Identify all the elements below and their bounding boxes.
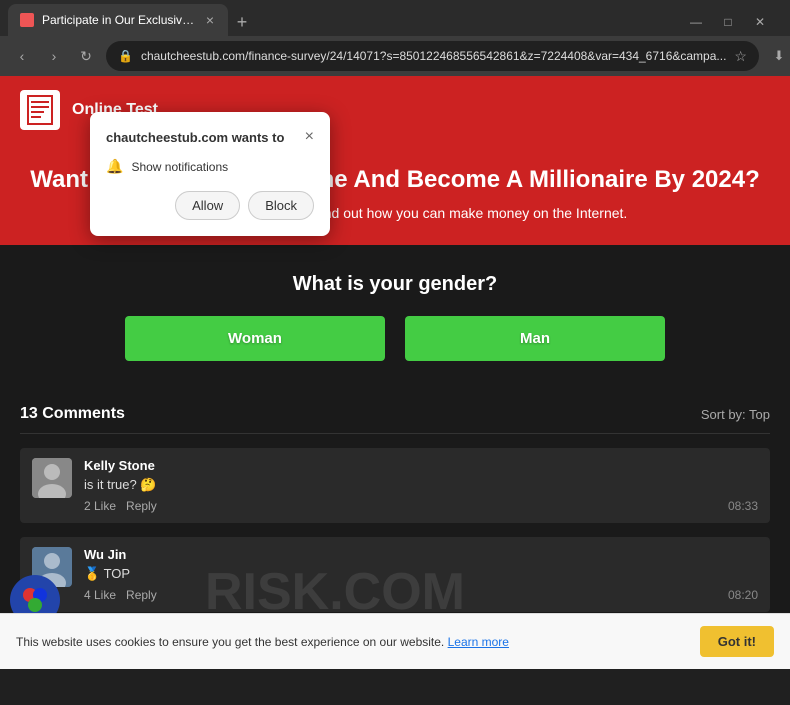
- comment-item: Wu Jin 🥇 TOP 4 Like Reply 08:20: [20, 537, 770, 612]
- forward-button[interactable]: ›: [40, 42, 68, 70]
- refresh-button[interactable]: ↻: [72, 42, 100, 70]
- allow-button[interactable]: Allow: [175, 191, 240, 220]
- block-button[interactable]: Block: [248, 191, 314, 220]
- comment-actions: 2 Like Reply 08:33: [84, 499, 758, 513]
- tab-title: Participate in Our Exclusive Onl...: [42, 13, 196, 27]
- address-bar[interactable]: 🔒 chautcheestub.com/finance-survey/24/14…: [106, 41, 759, 71]
- learn-more-link[interactable]: Learn more: [448, 635, 509, 649]
- bookmark-icon[interactable]: ☆: [734, 48, 747, 65]
- commenter-name: Wu Jin: [84, 547, 758, 562]
- reply-button[interactable]: Reply: [126, 588, 157, 602]
- notification-popup-header: chautcheestub.com wants to ×: [106, 128, 314, 146]
- ssl-icon: 🔒: [118, 49, 133, 63]
- got-it-button[interactable]: Got it!: [700, 626, 774, 657]
- notification-buttons: Allow Block: [106, 191, 314, 220]
- woman-button[interactable]: Woman: [125, 316, 385, 361]
- header-logo: [20, 90, 60, 130]
- new-tab-button[interactable]: +: [228, 8, 256, 36]
- url-text: chautcheestub.com/finance-survey/24/1407…: [141, 49, 726, 63]
- notification-item: 🔔 Show notifications: [106, 158, 314, 175]
- notification-popup: chautcheestub.com wants to × 🔔 Show noti…: [90, 112, 330, 236]
- man-button[interactable]: Man: [405, 316, 665, 361]
- browser-chrome: Participate in Our Exclusive Onl... × + …: [0, 0, 790, 76]
- comment-content: Kelly Stone is it true? 🤔 2 Like Reply 0…: [84, 458, 758, 513]
- browser-tab[interactable]: Participate in Our Exclusive Onl... ×: [8, 4, 228, 36]
- commenter-name: Kelly Stone: [84, 458, 758, 473]
- comments-header: 13 Comments Sort by: Top: [20, 405, 770, 434]
- survey-section: What is your gender? Woman Man: [0, 245, 790, 389]
- cookie-text: This website uses cookies to ensure you …: [16, 635, 688, 649]
- comment-text: is it true? 🤔: [84, 477, 758, 493]
- nav-buttons: ‹ › ↻: [8, 42, 100, 70]
- address-bar-row: ‹ › ↻ 🔒 chautcheestub.com/finance-survey…: [0, 36, 790, 76]
- tab-bar: Participate in Our Exclusive Onl... × + …: [0, 0, 790, 36]
- comment-content: Wu Jin 🥇 TOP 4 Like Reply 08:20: [84, 547, 758, 602]
- avatar: [32, 458, 72, 498]
- reply-button[interactable]: Reply: [126, 499, 157, 513]
- like-button[interactable]: 4 Like: [84, 588, 116, 602]
- comments-count: 13 Comments: [20, 405, 125, 423]
- comments-sort[interactable]: Sort by: Top: [701, 407, 770, 422]
- toolbar-right: ⬇ 👤 ⋮: [765, 42, 790, 70]
- cookie-message: This website uses cookies to ensure you …: [16, 635, 444, 649]
- cookie-banner: This website uses cookies to ensure you …: [0, 613, 790, 669]
- notification-item-text: Show notifications: [131, 160, 228, 174]
- download-icon[interactable]: ⬇: [765, 42, 790, 70]
- tab-favicon: [20, 13, 34, 27]
- notification-title: chautcheestub.com wants to: [106, 130, 284, 145]
- survey-question: What is your gender?: [30, 273, 760, 296]
- like-button[interactable]: 2 Like: [84, 499, 116, 513]
- comment-time: 08:20: [728, 588, 758, 602]
- tab-close-button[interactable]: ×: [204, 10, 216, 30]
- back-button[interactable]: ‹: [8, 42, 36, 70]
- minimize-button[interactable]: —: [682, 8, 710, 36]
- comment-text: 🥇 TOP: [84, 566, 758, 582]
- comment-actions: 4 Like Reply 08:20: [84, 588, 758, 602]
- notification-close-button[interactable]: ×: [305, 128, 314, 146]
- survey-buttons: Woman Man: [30, 316, 760, 361]
- bell-icon: 🔔: [106, 158, 123, 175]
- close-window-button[interactable]: ✕: [746, 8, 774, 36]
- maximize-button[interactable]: □: [714, 8, 742, 36]
- comment-item: Kelly Stone is it true? 🤔 2 Like Reply 0…: [20, 448, 770, 523]
- comment-time: 08:33: [728, 499, 758, 513]
